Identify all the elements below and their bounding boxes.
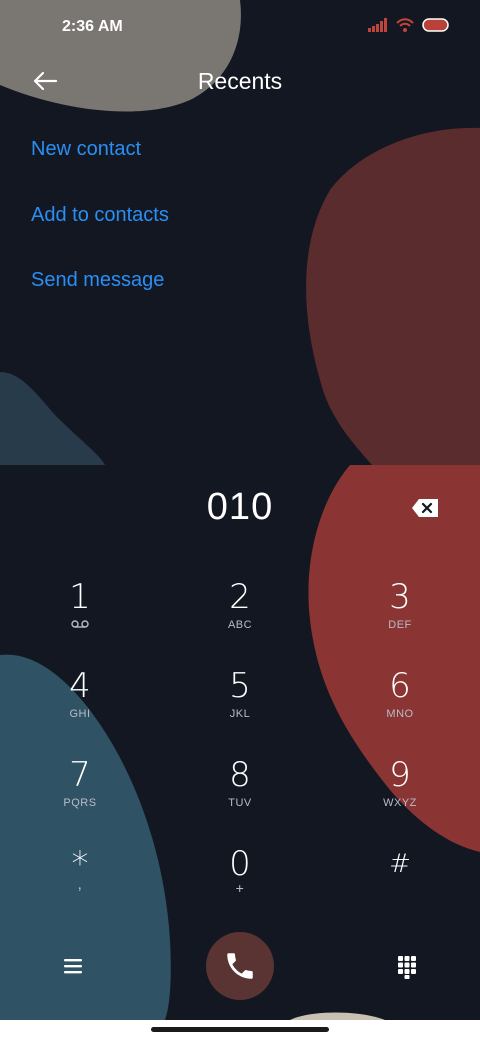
key-letters: WXYZ	[383, 797, 417, 809]
home-indicator[interactable]	[151, 1027, 329, 1032]
key-6[interactable]: 6 MNO	[340, 666, 460, 746]
bottom-bar	[0, 932, 480, 1002]
header: Recents	[0, 60, 480, 104]
status-time: 2:36 AM	[62, 18, 123, 35]
key-digit: 2	[229, 577, 251, 617]
key-4[interactable]: 4 GHI	[20, 666, 140, 746]
send-message-link[interactable]: Send message	[31, 269, 164, 292]
key-hash[interactable]: #	[340, 844, 460, 924]
signal-icon	[368, 18, 387, 32]
status-bar: 2:36 AM	[0, 0, 480, 56]
key-2[interactable]: 2 ABC	[180, 577, 300, 657]
key-letters: MNO	[386, 708, 414, 720]
voicemail-icon	[20, 619, 140, 632]
battery-icon	[422, 18, 449, 32]
dialpad-icon	[398, 956, 416, 979]
key-digit: 7	[69, 755, 91, 795]
new-contact-link[interactable]: New contact	[31, 138, 141, 161]
backspace-icon	[412, 499, 438, 517]
key-8[interactable]: 8 TUV	[180, 755, 300, 835]
key-5[interactable]: 5 JKL	[180, 666, 300, 746]
key-digit: #	[389, 849, 411, 879]
wifi-icon	[396, 18, 414, 32]
dialed-number: 010	[206, 486, 274, 528]
key-0[interactable]: 0 +	[180, 844, 300, 924]
key-letters: DEF	[388, 619, 412, 631]
key-letters: PQRS	[63, 797, 97, 809]
add-to-contacts-link[interactable]: Add to contacts	[31, 204, 169, 227]
key-digit: 4	[69, 666, 91, 706]
key-letters: ABC	[227, 619, 253, 631]
key-letters: ,	[77, 876, 83, 893]
key-letters: +	[235, 880, 245, 896]
page-title: Recents	[197, 68, 283, 94]
key-digit: 0	[229, 844, 251, 884]
key-letters: JKL	[229, 708, 251, 720]
key-1[interactable]: 1	[20, 577, 140, 657]
key-letters: GHI	[69, 708, 91, 720]
phone-icon	[227, 953, 253, 979]
dialpad-button[interactable]	[396, 954, 418, 980]
key-9[interactable]: 9 WXYZ	[340, 755, 460, 835]
key-letters: TUV	[228, 797, 252, 809]
key-digit: 5	[229, 666, 251, 706]
key-digit: 8	[229, 755, 251, 795]
key-digit: 9	[389, 755, 411, 795]
key-digit: 6	[389, 666, 411, 706]
call-button[interactable]	[206, 932, 274, 1000]
backspace-button[interactable]	[411, 496, 441, 520]
key-7[interactable]: 7 PQRS	[20, 755, 140, 835]
key-star[interactable]: * ,	[20, 844, 140, 924]
key-digit: 3	[389, 577, 411, 617]
menu-icon	[64, 959, 82, 974]
key-3[interactable]: 3 DEF	[340, 577, 460, 657]
voicemail-icon	[71, 620, 89, 628]
menu-button[interactable]	[60, 954, 86, 978]
key-digit: 1	[69, 577, 91, 617]
